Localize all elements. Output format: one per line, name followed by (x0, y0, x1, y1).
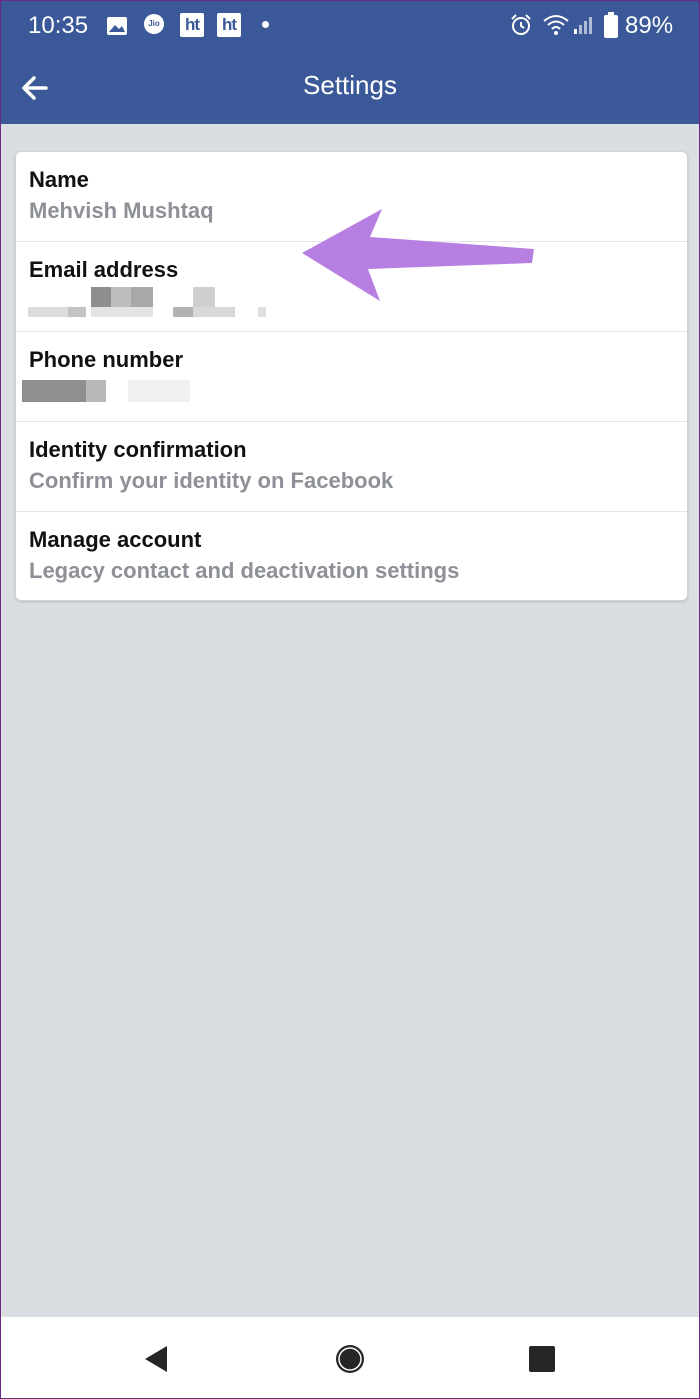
ht-icon: ht (217, 13, 241, 37)
wifi-icon (543, 15, 569, 35)
settings-row-manage[interactable]: Manage account Legacy contact and deacti… (16, 512, 687, 600)
nav-back-icon[interactable] (136, 1339, 176, 1379)
row-title: Identity confirmation (29, 437, 247, 462)
system-nav-bar (0, 1317, 700, 1399)
row-title: Phone number (29, 347, 184, 372)
arrow-annotation-icon (302, 209, 534, 301)
nav-home-icon[interactable] (330, 1339, 370, 1379)
alarm-icon (511, 14, 531, 35)
image-icon (107, 17, 127, 35)
row-title: Name (29, 167, 89, 192)
redacted-phone (22, 380, 202, 404)
dot-icon (262, 21, 269, 28)
status-bar: 10:35 Jio ht ht 89% (0, 0, 700, 52)
row-subtitle: Legacy contact and deactivation settings (29, 558, 460, 583)
row-subtitle: Mehvish Mushtaq (29, 198, 214, 223)
row-subtitle: Confirm your identity on Facebook (29, 468, 394, 493)
battery-percent: 89% (625, 12, 674, 39)
redacted-email (28, 287, 288, 319)
status-time: 10:35 (28, 12, 89, 39)
nav-recents-icon[interactable] (522, 1339, 562, 1379)
ht-icon: ht (180, 13, 204, 37)
jio-icon: Jio (144, 14, 164, 34)
signal-icon (574, 17, 592, 34)
row-title: Email address (29, 257, 179, 282)
battery-icon (604, 12, 618, 38)
settings-row-identity[interactable]: Identity confirmation Confirm your ident… (16, 422, 687, 512)
row-title: Manage account (29, 527, 202, 552)
settings-row-phone[interactable]: Phone number (16, 332, 687, 422)
page-title: Settings (303, 70, 397, 100)
app-header: 10:35 Jio ht ht 89% Settings (0, 0, 700, 124)
